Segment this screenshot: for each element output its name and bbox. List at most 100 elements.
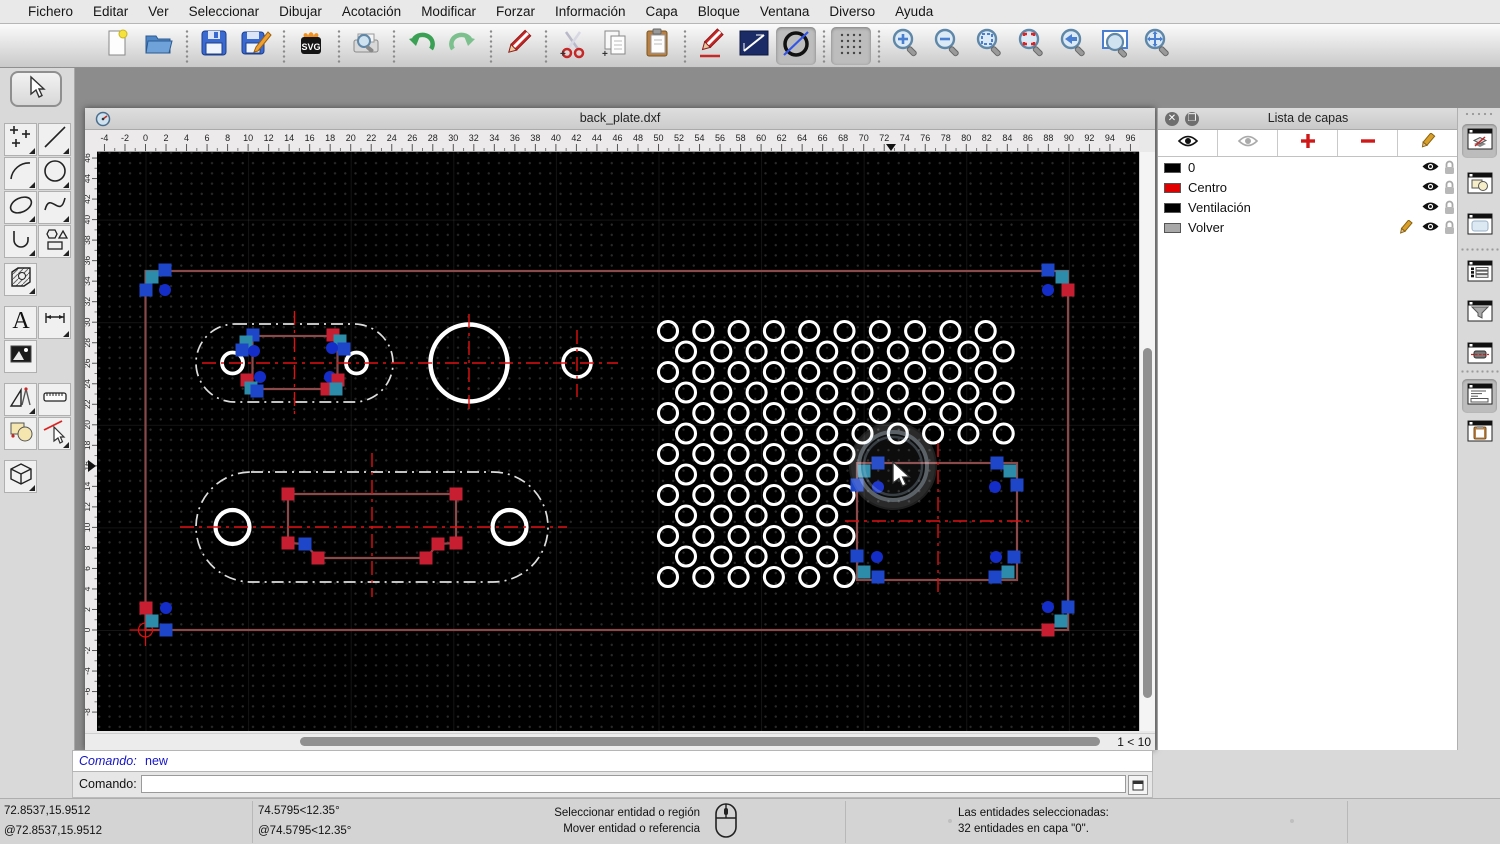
layer-list-panel-button[interactable] — [1462, 124, 1497, 158]
open-file-button[interactable] — [139, 27, 179, 65]
print-preview-button[interactable] — [346, 27, 386, 65]
command-line-panel-button[interactable] — [1462, 379, 1497, 413]
block-tool-button[interactable] — [4, 417, 37, 450]
zoom-selection-button[interactable] — [1012, 27, 1052, 65]
tools-tool-button[interactable] — [4, 383, 37, 416]
paste-button[interactable] — [637, 27, 677, 65]
menu-modificar[interactable]: Modificar — [411, 0, 486, 23]
right-dock-strip — [1457, 108, 1500, 750]
horizontal-scrollbar[interactable]: 1 < 10 — [85, 733, 1155, 750]
menu-bloque[interactable]: Bloque — [688, 0, 750, 23]
layer-row-centro[interactable]: Centro — [1158, 178, 1458, 198]
zoom-out-button[interactable] — [928, 27, 968, 65]
layer-visibility-eye-icon[interactable] — [1421, 160, 1440, 178]
zoom-in-button[interactable] — [886, 27, 926, 65]
svg-text:30: 30 — [448, 133, 458, 143]
line-attributes-button[interactable] — [734, 27, 774, 65]
zoom-pan-button[interactable] — [1138, 27, 1178, 65]
command-input[interactable] — [141, 775, 1126, 793]
cut-button[interactable]: + — [553, 27, 593, 65]
show-all-button[interactable] — [1158, 130, 1218, 156]
line-tool-button[interactable] — [38, 123, 71, 156]
svg-export-button[interactable]: SVG — [291, 27, 331, 65]
menu-editar[interactable]: Editar — [83, 0, 138, 23]
menu-ayuda[interactable]: Ayuda — [885, 0, 943, 23]
ellipse-tool-button[interactable] — [4, 191, 37, 224]
layer-visibility-eye-icon[interactable] — [1421, 180, 1440, 198]
layer-row-volver[interactable]: Volver — [1158, 218, 1458, 238]
hide-all-button[interactable] — [1218, 130, 1278, 156]
svg-text:68: 68 — [838, 133, 848, 143]
block-list-panel-button[interactable] — [1462, 168, 1497, 202]
text-tool-button[interactable]: A — [4, 306, 37, 339]
shapes-tool-button[interactable] — [38, 225, 71, 258]
copy-button[interactable]: + — [595, 27, 635, 65]
add-layer-button[interactable] — [1278, 130, 1338, 156]
layer-color-swatch[interactable] — [1164, 223, 1181, 233]
solid-tool-button[interactable] — [4, 460, 37, 493]
zoom-auto-button[interactable] — [970, 27, 1010, 65]
menu-diverso[interactable]: Diverso — [819, 0, 885, 23]
hatch-tool-button[interactable] — [4, 263, 37, 296]
remove-layer-button[interactable] — [1338, 130, 1398, 156]
layer-color-swatch[interactable] — [1164, 203, 1181, 213]
zoom-window-button[interactable] — [1096, 27, 1136, 65]
selection-handle — [1042, 601, 1054, 613]
edit-button[interactable] — [692, 27, 732, 65]
save-as-button[interactable] — [236, 27, 276, 65]
command-options-button[interactable] — [1128, 775, 1148, 795]
layer-lock-icon[interactable] — [1443, 160, 1456, 180]
dimension-tool-button[interactable] — [38, 306, 71, 339]
measure-tool-button[interactable] — [38, 383, 71, 416]
layer-visibility-eye-icon[interactable] — [1421, 200, 1440, 218]
layer-lock-icon[interactable] — [1443, 180, 1456, 200]
draft-mode-toggle[interactable] — [776, 26, 816, 65]
menu-ver[interactable]: Ver — [138, 0, 178, 23]
menu-informacion[interactable]: Información — [545, 0, 636, 23]
clipboard-panel-button[interactable] — [1462, 416, 1497, 450]
vertical-scrollbar[interactable] — [1139, 152, 1155, 731]
polyline-tool-button[interactable] — [4, 225, 37, 258]
edit-layer-icon — [1419, 131, 1437, 154]
circle-tool-button[interactable] — [38, 157, 71, 190]
edit-layer-button[interactable] — [1398, 130, 1458, 156]
points-tool-button[interactable] — [4, 123, 37, 156]
layer-row-0[interactable]: 0 — [1158, 158, 1458, 178]
layer-lock-icon[interactable] — [1443, 200, 1456, 220]
selection-filter-panel-button[interactable] — [1462, 296, 1497, 330]
arc-tool-button[interactable] — [4, 157, 37, 190]
delete-button[interactable] — [498, 27, 538, 65]
menu-capa[interactable]: Capa — [636, 0, 688, 23]
layer-color-swatch[interactable] — [1164, 183, 1181, 193]
layer-lock-icon[interactable] — [1443, 220, 1456, 240]
view-list-panel-button[interactable] — [1462, 209, 1497, 243]
select-tool-button[interactable] — [10, 71, 62, 107]
layer-row-ventilacion[interactable]: Ventilación — [1158, 198, 1458, 218]
menu-dibujar[interactable]: Dibujar — [269, 0, 332, 23]
horizontal-scrollbar-thumb[interactable] — [300, 737, 1100, 746]
layer-color-swatch[interactable] — [1164, 163, 1181, 173]
menu-ventana[interactable]: Ventana — [750, 0, 820, 23]
menu-fichero[interactable]: Fichero — [18, 0, 83, 23]
grid-toggle[interactable] — [831, 26, 871, 65]
spline-tool-button[interactable] — [38, 191, 71, 224]
modify-tool-button[interactable] — [38, 417, 71, 450]
menu-forzar[interactable]: Forzar — [486, 0, 545, 23]
library-browser-panel-button[interactable] — [1462, 256, 1497, 290]
entity-filter-panel-button[interactable] — [1462, 338, 1497, 372]
drawing-canvas[interactable] — [97, 152, 1139, 731]
image-tool-button[interactable] — [4, 340, 37, 373]
svg-text:36: 36 — [510, 133, 520, 143]
new-file-button[interactable] — [97, 27, 137, 65]
menu-seleccionar[interactable]: Seleccionar — [179, 0, 270, 23]
svg-text:46: 46 — [85, 153, 92, 163]
document-title-bar[interactable]: back_plate.dxf — [85, 108, 1155, 130]
redo-button[interactable] — [443, 27, 483, 65]
selection-handle — [1007, 550, 1021, 564]
layer-visibility-eye-icon[interactable] — [1421, 220, 1440, 238]
menu-acotacion[interactable]: Acotación — [332, 0, 411, 23]
save-button[interactable] — [194, 27, 234, 65]
zoom-previous-button[interactable] — [1054, 27, 1094, 65]
undo-button[interactable] — [401, 27, 441, 65]
vertical-scrollbar-thumb[interactable] — [1143, 348, 1152, 698]
